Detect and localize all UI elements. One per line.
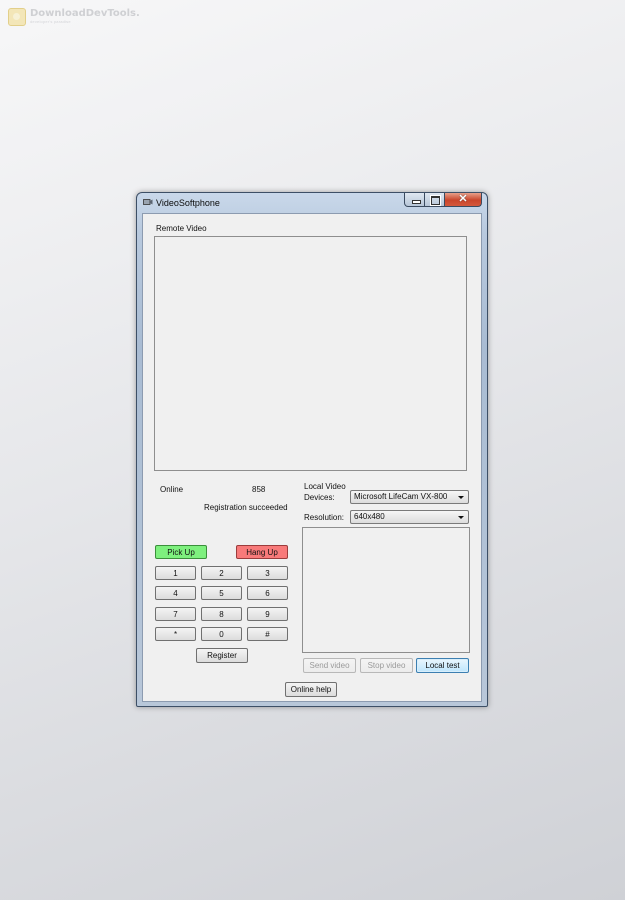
maximize-button[interactable]	[425, 193, 445, 207]
devices-value: Microsoft LifeCam VX-800	[354, 492, 448, 501]
app-window: VideoSoftphone ✕ Remote Video Online 858…	[136, 192, 488, 707]
keypad-key-5[interactable]: 5	[201, 586, 242, 600]
window-title: VideoSoftphone	[156, 198, 220, 208]
keypad-key-1[interactable]: 1	[155, 566, 196, 580]
title-bar[interactable]: VideoSoftphone ✕	[137, 193, 487, 213]
close-button[interactable]: ✕	[445, 193, 482, 207]
keypad-key-9[interactable]: 9	[247, 607, 288, 621]
watermark-tagline: developer's paradise	[30, 19, 71, 24]
watermark: DownloadDevTools. developer's paradise	[8, 8, 140, 26]
send-video-button[interactable]: Send video	[303, 658, 356, 673]
status-number: 858	[252, 485, 266, 494]
register-button[interactable]: Register	[196, 648, 248, 663]
keypad-key-hash[interactable]: #	[247, 627, 288, 641]
close-icon: ✕	[458, 193, 468, 205]
keypad-key-3[interactable]: 3	[247, 566, 288, 580]
resolution-value: 640x480	[354, 512, 385, 521]
camera-app-icon	[143, 199, 153, 205]
watermark-logo-icon	[8, 8, 26, 26]
keypad-key-4[interactable]: 4	[155, 586, 196, 600]
stop-video-button[interactable]: Stop video	[360, 658, 413, 673]
chevron-down-icon	[458, 516, 464, 519]
keypad-key-star[interactable]: *	[155, 627, 196, 641]
watermark-brand: DownloadDevTools.	[30, 8, 140, 19]
keypad-key-8[interactable]: 8	[201, 607, 242, 621]
keypad-key-0[interactable]: 0	[201, 627, 242, 641]
devices-label: Devices:	[304, 493, 335, 502]
keypad-key-2[interactable]: 2	[201, 566, 242, 580]
local-video-label: Local Video	[304, 482, 346, 491]
remote-video-label: Remote Video	[156, 224, 207, 233]
status-state: Online	[160, 485, 184, 494]
resolution-label: Resolution:	[304, 513, 345, 522]
keypad-key-7[interactable]: 7	[155, 607, 196, 621]
resolution-dropdown[interactable]: 640x480	[350, 510, 469, 524]
maximize-icon	[430, 195, 441, 206]
local-video-panel	[302, 527, 470, 653]
hang-up-button[interactable]: Hang Up	[236, 545, 288, 559]
remote-video-panel	[154, 236, 467, 471]
registration-status: Registration succeeded	[204, 503, 288, 512]
caption-buttons: ✕	[404, 193, 482, 207]
online-help-button[interactable]: Online help	[285, 682, 337, 697]
minimize-icon	[412, 200, 421, 204]
devices-dropdown[interactable]: Microsoft LifeCam VX-800	[350, 490, 469, 504]
chevron-down-icon	[458, 496, 464, 499]
keypad-key-6[interactable]: 6	[247, 586, 288, 600]
pick-up-button[interactable]: Pick Up	[155, 545, 207, 559]
local-test-button[interactable]: Local test	[416, 658, 469, 673]
minimize-button[interactable]	[404, 193, 425, 207]
client-area: Remote Video Online 858 Registration suc…	[142, 213, 482, 702]
